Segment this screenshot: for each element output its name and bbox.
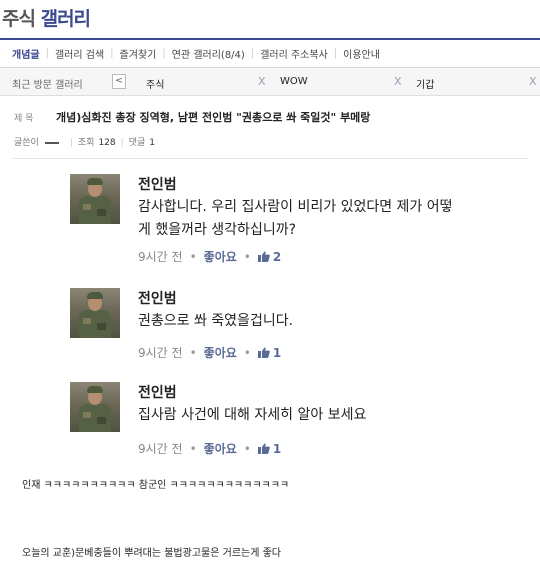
menu-separator: | <box>162 48 166 59</box>
menu-separator: | <box>250 48 255 59</box>
comment-text-line: 권총으로 쏴 죽였을겁니다. <box>138 313 294 329</box>
like-count: 1 <box>272 442 282 456</box>
comment-meta: 9시간 전 • 좋아요 • 2 <box>138 248 281 265</box>
thumbs-up-icon <box>257 347 270 361</box>
menu-item-help[interactable]: 이용안내 <box>343 46 380 61</box>
comment-time: 9시간 전 <box>138 346 183 360</box>
menu-item-search[interactable]: 갤러리 검색 <box>55 46 104 61</box>
avatar[interactable] <box>70 382 120 432</box>
gallery-title-suffix: 갤러리 <box>40 8 91 30</box>
avatar[interactable] <box>70 174 120 224</box>
meta-dot: • <box>243 346 251 360</box>
post-divider <box>12 158 528 159</box>
like-button[interactable]: 좋아요 <box>204 250 237 264</box>
post-meta: 글쓴이 | 조회 128 | 댓글 1 <box>14 135 155 148</box>
comment-text-line: 집사람 사건에 대해 자세히 알아 보세요 <box>138 407 367 423</box>
menu-item-related[interactable]: 연관 갤러리(8/4) <box>172 46 245 61</box>
recent-tab-armor[interactable]: 기갑 <box>416 76 434 91</box>
gallery-header: 주식 갤러리 <box>0 0 540 36</box>
comment-meta: 9시간 전 • 좋아요 • 1 <box>138 344 281 361</box>
recent-tab-wow[interactable]: WOW <box>280 76 308 87</box>
like-count: 1 <box>272 346 282 360</box>
comment-text: 감사합니다. 우리 집사람이 비리가 있었다면 제가 어떻 게 했을꺼라 생각하… <box>138 196 538 242</box>
meta-separator: | <box>69 138 73 148</box>
comment-text: 권총으로 쏴 죽였을겁니다. <box>138 310 538 333</box>
recent-galleries-label: 최근 방문 갤러리 <box>12 80 83 91</box>
meta-separator: | <box>120 138 124 148</box>
menu-item-copy-address[interactable]: 갤러리 주소복사 <box>260 46 328 61</box>
menu-separator: | <box>45 48 49 59</box>
meta-dot: • <box>189 346 197 360</box>
gallery-menu-bar: 개념글 | 갤러리 검색 | 즐겨찾기 | 연관 갤러리(8/4) | 갤러리 … <box>0 38 540 68</box>
like-button[interactable]: 좋아요 <box>204 442 237 456</box>
meta-dot: • <box>189 442 197 456</box>
comment-card: 전인범 집사람 사건에 대해 자세히 알아 보세요 9시간 전 • 좋아요 • 1 <box>62 376 540 476</box>
chevron-left-icon[interactable]: < <box>112 74 126 89</box>
meta-dot: • <box>243 442 251 456</box>
replies-label: 댓글 <box>128 138 146 148</box>
writer-name[interactable] <box>44 141 59 144</box>
comment-author[interactable]: 전인범 <box>138 174 177 194</box>
comment-time: 9시간 전 <box>138 250 183 264</box>
like-count: 2 <box>272 250 282 264</box>
writer-label: 글쓴이 <box>14 138 39 148</box>
comment-author[interactable]: 전인범 <box>138 288 177 308</box>
comment-text-line: 감사합니다. 우리 집사람이 비리가 있었다면 제가 어떻 <box>138 199 453 215</box>
close-icon[interactable]: X <box>529 75 537 88</box>
recent-galleries-bar: 최근 방문 갤러리 < 주식 X WOW X 기갑 X <box>0 68 540 96</box>
comment-text-line: 게 했을꺼라 생각하십니까? <box>138 222 297 238</box>
menu-item-favorites[interactable]: 즐겨찾기 <box>120 46 157 61</box>
avatar[interactable] <box>70 288 120 338</box>
thumbs-up-icon <box>257 443 270 457</box>
thumbs-up-icon <box>257 251 270 265</box>
subject-label: 제 목 <box>14 114 34 124</box>
comment-text: 집사람 사건에 대해 자세히 알아 보세요 <box>138 404 538 427</box>
close-icon[interactable]: X <box>394 75 402 88</box>
close-icon[interactable]: X <box>258 75 266 88</box>
replies-count[interactable]: 1 <box>149 138 155 148</box>
comment-author[interactable]: 전인범 <box>138 382 177 402</box>
recent-tab-stock[interactable]: 주식 <box>146 76 164 91</box>
post-title: 개념)심화진 총장 징역형, 남편 전인범 "권총으로 쏴 죽일것" 부메랑 <box>56 111 371 124</box>
post-body-line: 오늘의 교훈)문베충들이 뿌려대는 불법광고물은 거르는게 좋다 <box>22 548 281 559</box>
views-label: 조회 <box>77 138 95 148</box>
meta-dot: • <box>243 250 251 264</box>
comment-card: 전인범 감사합니다. 우리 집사람이 비리가 있었다면 제가 어떻 게 했을꺼라… <box>62 168 540 268</box>
views-count: 128 <box>98 138 116 148</box>
comment-card: 전인범 권총으로 쏴 죽였을겁니다. 9시간 전 • 좋아요 • 1 <box>62 282 540 382</box>
like-button[interactable]: 좋아요 <box>204 346 237 360</box>
post-body-line: 인재 ㅋㅋㅋㅋㅋㅋㅋㅋㅋㅋ 참군인 ㅋㅋㅋㅋㅋㅋㅋㅋㅋㅋㅋㅋㅋ <box>22 480 290 491</box>
menu-separator: | <box>110 48 114 59</box>
comment-meta: 9시간 전 • 좋아요 • 1 <box>138 440 281 457</box>
gallery-title-prefix: 주식 <box>2 8 36 30</box>
comment-time: 9시간 전 <box>138 442 183 456</box>
menu-separator: | <box>333 48 338 59</box>
menu-item-concept[interactable]: 개념글 <box>12 46 40 61</box>
gallery-title[interactable]: 주식 갤러리 <box>2 4 91 31</box>
meta-dot: • <box>189 250 197 264</box>
